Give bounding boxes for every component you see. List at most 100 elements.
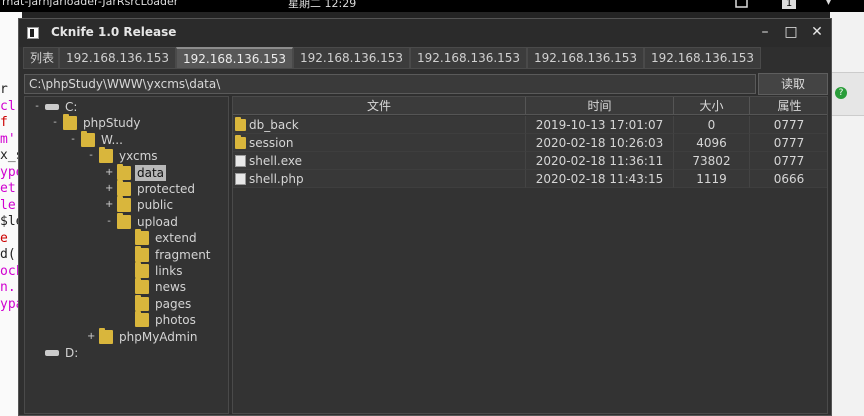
terminal-line: cl xyxy=(0,98,16,114)
app-icon xyxy=(27,27,39,39)
tab-host[interactable]: 192.168.136.153 xyxy=(410,47,527,69)
folder-icon xyxy=(135,229,149,246)
file-row[interactable]: shell.exe 2020-02-18 11:36:11 73802 0777 xyxy=(233,152,827,170)
folder-icon xyxy=(117,163,131,180)
terminal-line: n. xyxy=(0,280,16,295)
expand-icon[interactable]: + xyxy=(87,329,95,345)
clock[interactable]: 星期二 12:29 xyxy=(288,0,356,11)
file-icon xyxy=(235,173,246,185)
cknife-window: Cknife 1.0 Release – □ ✕ 列表 192.168.136.1… xyxy=(18,18,832,416)
maximize-button[interactable]: □ xyxy=(782,23,800,41)
column-header-attr[interactable]: 属性 xyxy=(750,97,827,115)
file-row[interactable]: shell.php 2020-02-18 11:43:15 1119 0666 xyxy=(233,170,827,188)
tab-host[interactable]: 192.168.136.153 xyxy=(527,47,644,69)
window-title: Cknife 1.0 Release xyxy=(51,25,177,39)
file-time-cell: 2020-02-18 11:36:11 xyxy=(526,152,674,170)
tree-node-label: extend xyxy=(155,231,197,246)
folder-icon xyxy=(135,311,149,328)
terminal-line: le xyxy=(0,197,16,213)
folder-icon xyxy=(135,294,149,311)
tree-node-label: photos xyxy=(155,313,196,328)
tree-node-label: phpMyAdmin xyxy=(119,329,198,344)
folder-icon xyxy=(235,117,246,131)
tree-node-label: upload xyxy=(137,214,178,229)
expand-icon[interactable]: + xyxy=(105,165,113,181)
file-attr-cell: 0666 xyxy=(750,170,827,188)
collapse-icon[interactable]: - xyxy=(69,132,77,148)
tree-node-label: news xyxy=(155,280,187,295)
tab-host[interactable]: 192.168.136.153 xyxy=(293,47,410,69)
expand-icon[interactable]: + xyxy=(105,181,113,197)
folder-icon xyxy=(99,147,113,164)
tree-node-label: phpStudy xyxy=(83,116,141,131)
tree-node[interactable]: - phpStudy xyxy=(51,114,228,131)
file-size-cell: 0 xyxy=(674,116,750,134)
tree-node[interactable]: news xyxy=(123,278,228,295)
tab-list[interactable]: 列表 xyxy=(23,47,59,69)
window-titlebar[interactable]: Cknife 1.0 Release – □ ✕ xyxy=(19,19,831,47)
terminal-line: m' xyxy=(0,131,16,147)
collapse-icon[interactable]: - xyxy=(105,214,113,230)
tree-node-label: links xyxy=(155,264,183,278)
tree-node[interactable]: - W... xyxy=(69,130,228,148)
tree-node[interactable]: photos xyxy=(123,311,228,328)
workspace-badge[interactable]: 1 xyxy=(782,0,796,9)
expand-icon[interactable]: + xyxy=(105,197,113,213)
file-name-cell: shell.php xyxy=(233,170,526,188)
tree-node[interactable]: pages xyxy=(123,294,228,312)
collapse-icon[interactable]: - xyxy=(87,148,95,164)
file-list: 文件 时间 大小 属性 db_back 2019-10-13 17:01:07 0 0… xyxy=(232,96,828,414)
folder-icon xyxy=(135,278,149,295)
folder-icon xyxy=(135,245,149,262)
path-input[interactable]: C:\phpStudy\WWW\yxcms\data\ xyxy=(24,74,756,94)
tree-node[interactable]: + protected xyxy=(105,180,228,197)
minimize-button[interactable]: – xyxy=(756,23,774,41)
column-header-name[interactable]: 文件 xyxy=(233,97,526,115)
tree-node[interactable]: - upload xyxy=(105,212,228,230)
system-top-bar: rhat-jarhjarloader-JarRsrcLoader 星期二 12:… xyxy=(0,0,864,12)
collapse-icon[interactable]: - xyxy=(51,115,59,131)
column-header-time[interactable]: 时间 xyxy=(526,97,674,115)
tree-node[interactable]: fragment xyxy=(123,245,228,263)
tree-node[interactable]: + phpMyAdmin xyxy=(87,327,228,345)
tree-node[interactable]: - yxcms xyxy=(87,147,228,164)
file-name: shell.exe xyxy=(249,154,303,168)
tree-node-label: protected xyxy=(137,182,196,196)
folder-icon xyxy=(99,327,113,344)
tab-host[interactable]: 192.168.136.153 xyxy=(644,47,761,69)
background-app: ? xyxy=(830,12,864,416)
tree-node-label: pages xyxy=(155,296,192,311)
tree-node[interactable]: + public xyxy=(105,196,228,213)
tree-node-label: D: xyxy=(65,346,79,360)
tab-bar: 列表 192.168.136.153 192.168.136.153 192.168.… xyxy=(23,47,831,69)
file-time-cell: 2020-02-18 10:26:03 xyxy=(526,134,674,152)
folder-icon xyxy=(63,114,77,131)
file-row[interactable]: db_back 2019-10-13 17:01:07 0 0777 xyxy=(233,116,827,134)
folder-icon xyxy=(235,135,246,149)
tree-node[interactable]: extend xyxy=(123,229,228,246)
file-row[interactable]: session 2020-02-18 10:26:03 4096 0777 xyxy=(233,134,827,152)
file-time-cell: 2019-10-13 17:01:07 xyxy=(526,116,674,134)
terminal-line: d( xyxy=(0,247,16,262)
tray-window-icon[interactable] xyxy=(735,0,749,9)
file-time-cell: 2020-02-18 11:43:15 xyxy=(526,170,674,188)
close-button[interactable]: ✕ xyxy=(808,23,826,41)
file-icon xyxy=(235,155,246,167)
desktop: rhat-jarhjarloader-JarRsrcLoader 星期二 12:… xyxy=(0,0,864,416)
tab-host[interactable]: 192.168.136.153 xyxy=(59,47,176,69)
tree-node[interactable]: + data xyxy=(105,163,228,181)
read-button[interactable]: 读取 xyxy=(758,73,828,95)
tree-node[interactable]: links xyxy=(123,262,228,279)
tab-host[interactable]: 192.168.136.153 xyxy=(176,47,293,69)
collapse-icon[interactable]: - xyxy=(33,99,41,115)
tray-arrow-icon[interactable]: ▾ xyxy=(826,0,831,8)
file-name: session xyxy=(249,136,294,150)
tree-node-label: data xyxy=(135,164,167,181)
file-name-cell: shell.exe xyxy=(233,152,526,170)
tree-node[interactable]: - C: xyxy=(33,99,223,115)
column-header-size[interactable]: 大小 xyxy=(674,97,750,115)
tree-node[interactable]: D: xyxy=(33,345,223,361)
tree-node-label: public xyxy=(137,198,174,213)
drive-icon xyxy=(45,350,59,356)
folder-icon xyxy=(117,212,131,229)
